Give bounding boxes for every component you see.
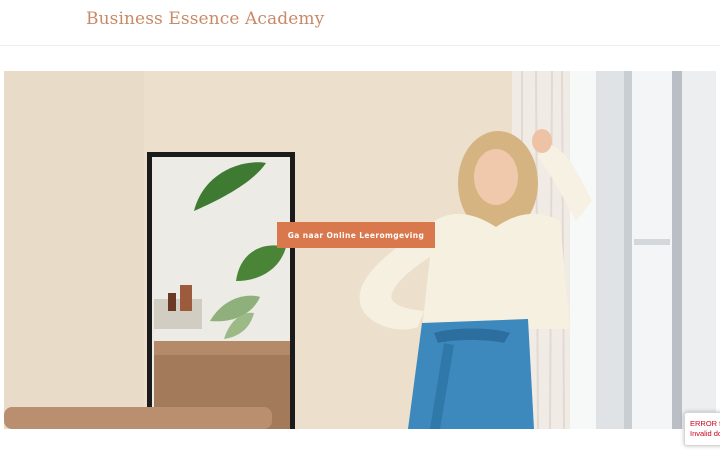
online-learning-button[interactable]: Ga naar Online Leeromgeving	[277, 222, 435, 248]
site-header: Business Essence Academy	[0, 0, 720, 46]
hero-photo	[4, 71, 716, 429]
recaptcha-error-badge[interactable]: ERROR fo Invalid do	[684, 412, 720, 446]
recaptcha-invalid-text: Invalid do	[690, 429, 720, 438]
recaptcha-error-text: ERROR fo	[690, 419, 720, 428]
hero-section: Ga naar Online Leeromgeving	[4, 71, 716, 429]
site-logo[interactable]: Business Essence Academy	[86, 9, 324, 29]
